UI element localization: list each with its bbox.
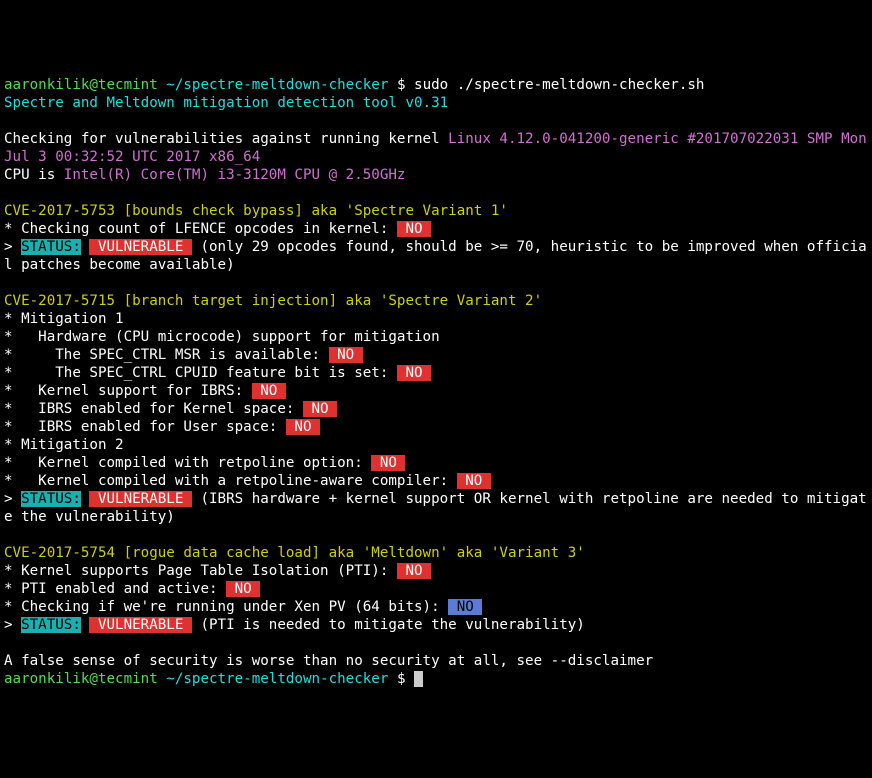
cve3-pti-active: * PTI enabled and active: (4, 581, 226, 597)
cve2-retp2: * Kernel compiled with a retpoline-aware… (4, 473, 457, 489)
no-badge: NO (252, 383, 286, 399)
no-badge: NO (303, 401, 337, 417)
no-badge: NO (286, 419, 320, 435)
gt: > (4, 491, 21, 507)
no-badge: NO (371, 455, 405, 471)
cve2-ibrs-kern: * IBRS enabled for Kernel space: (4, 401, 303, 417)
status-label: STATUS: (21, 491, 81, 507)
footer-disclaimer: A false sense of security is worse than … (4, 653, 653, 669)
no-badge: NO (397, 365, 431, 381)
no-badge: NO (397, 221, 431, 237)
prompt-path: ~/spectre-meltdown-checker (166, 77, 388, 93)
cve1-title: CVE-2017-5753 [bounds check bypass] aka … (4, 203, 508, 219)
terminal-output: aaronkilik@tecmint ~/spectre-meltdown-ch… (4, 76, 868, 688)
cve2-title: CVE-2017-5715 [branch target injection] … (4, 293, 542, 309)
prompt2-sep: $ (397, 671, 406, 687)
cve1-lfence: * Checking count of LFENCE opcodes in ke… (4, 221, 397, 237)
command: sudo ./spectre-meltdown-checker.sh (414, 77, 704, 93)
status-vulnerable: VULNERABLE (89, 491, 192, 507)
cve3-xen: * Checking if we're running under Xen PV… (4, 599, 448, 615)
prompt2-user: aaronkilik@tecmint (4, 671, 158, 687)
prompt-user: aaronkilik@tecmint (4, 77, 158, 93)
cursor[interactable] (414, 671, 423, 687)
cve2-msr: * The SPEC_CTRL MSR is available: (4, 347, 329, 363)
tool-header: Spectre and Meltdown mitigation detectio… (4, 95, 448, 111)
status-vulnerable: VULNERABLE (89, 617, 192, 633)
cve3-note: (PTI is needed to mitigate the vulnerabi… (192, 617, 585, 633)
prompt2-path: ~/spectre-meltdown-checker (166, 671, 388, 687)
check-label: Checking for vulnerabilities against run… (4, 131, 448, 147)
cve3-pti: * Kernel supports Page Table Isolation (… (4, 563, 397, 579)
cve2-m1: * Mitigation 1 (4, 311, 124, 327)
cpu-label: CPU is (4, 167, 64, 183)
status-vulnerable: VULNERABLE (89, 239, 192, 255)
no-badge-blue: NO (448, 599, 482, 615)
no-badge: NO (397, 563, 431, 579)
cve2-m2: * Mitigation 2 (4, 437, 124, 453)
cve2-ibrs: * Kernel support for IBRS: (4, 383, 252, 399)
cpu-info: Intel(R) Core(TM) i3-3120M CPU @ 2.50GHz (64, 167, 406, 183)
status-label: STATUS: (21, 617, 81, 633)
no-badge: NO (457, 473, 491, 489)
cve2-hw: * Hardware (CPU microcode) support for m… (4, 329, 440, 345)
gt: > (4, 239, 21, 255)
cve3-title: CVE-2017-5754 [rogue data cache load] ak… (4, 545, 585, 561)
cve2-ibrs-user: * IBRS enabled for User space: (4, 419, 286, 435)
cve2-cpuid: * The SPEC_CTRL CPUID feature bit is set… (4, 365, 397, 381)
prompt-sep: $ (397, 77, 406, 93)
gt: > (4, 617, 21, 633)
status-label: STATUS: (21, 239, 81, 255)
cve2-retp: * Kernel compiled with retpoline option: (4, 455, 371, 471)
no-badge: NO (226, 581, 260, 597)
no-badge: NO (329, 347, 363, 363)
